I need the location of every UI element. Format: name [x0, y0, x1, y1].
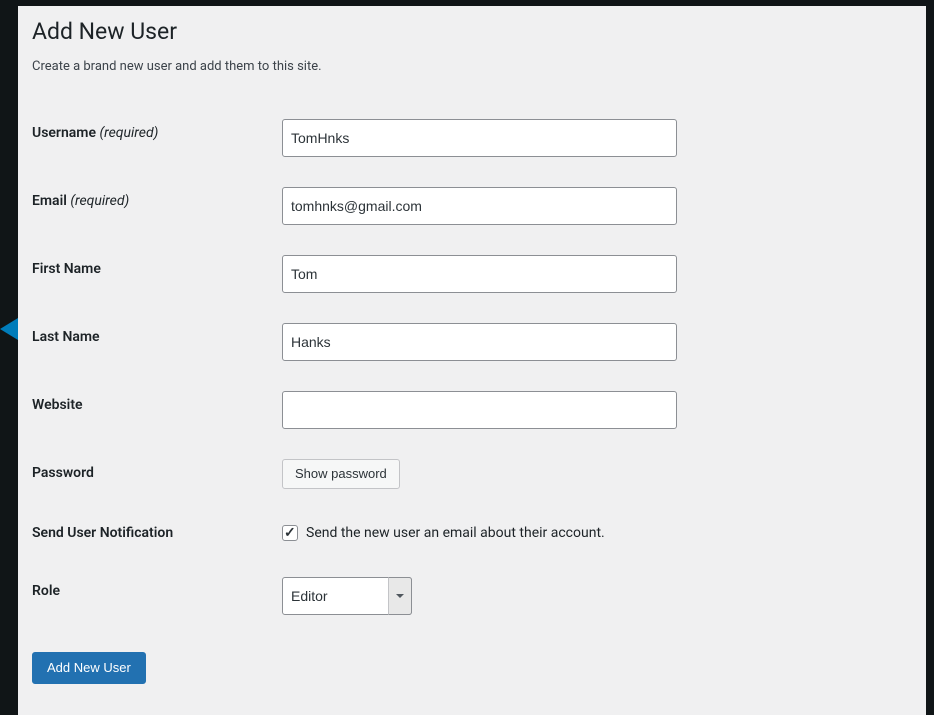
email-input[interactable] — [282, 187, 677, 225]
label-email: Email (required) — [32, 172, 272, 240]
row-password: Password Show password — [32, 444, 906, 504]
content-area: Add New User Create a brand new user and… — [18, 6, 926, 715]
website-input[interactable] — [282, 391, 677, 429]
notification-checkbox-label: Send the new user an email about their a… — [306, 525, 605, 541]
row-website: Website — [32, 376, 906, 444]
add-new-user-button[interactable]: Add New User — [32, 652, 146, 684]
row-notification: Send User Notification Send the new user… — [32, 504, 906, 562]
label-username-required: (required) — [99, 125, 158, 141]
username-input[interactable] — [282, 119, 677, 157]
app-frame: Add New User Create a brand new user and… — [0, 0, 934, 715]
page-description: Create a brand new user and add them to … — [32, 59, 906, 74]
last-name-input[interactable] — [282, 323, 677, 361]
collapse-menu-indicator[interactable] — [0, 318, 18, 340]
first-name-input[interactable] — [282, 255, 677, 293]
label-username-text: Username — [32, 125, 96, 141]
show-password-button[interactable]: Show password — [282, 459, 400, 489]
label-username: Username (required) — [32, 104, 272, 172]
user-form-table: Username (required) Email (required) — [32, 104, 906, 630]
row-first-name: First Name — [32, 240, 906, 308]
label-website: Website — [32, 376, 272, 444]
label-password: Password — [32, 444, 272, 504]
row-role: Role Editor — [32, 562, 906, 630]
role-select[interactable]: Editor — [282, 577, 412, 615]
notification-checkbox-wrap: Send the new user an email about their a… — [282, 525, 896, 541]
notification-checkbox[interactable] — [282, 525, 298, 541]
row-last-name: Last Name — [32, 308, 906, 376]
label-email-text: Email — [32, 193, 67, 209]
label-first-name: First Name — [32, 240, 272, 308]
page-title: Add New User — [32, 16, 906, 45]
label-role: Role — [32, 562, 272, 630]
label-last-name: Last Name — [32, 308, 272, 376]
label-notification: Send User Notification — [32, 504, 272, 562]
label-email-required: (required) — [70, 193, 129, 209]
row-email: Email (required) — [32, 172, 906, 240]
row-username: Username (required) — [32, 104, 906, 172]
role-select-wrap: Editor — [282, 577, 412, 615]
